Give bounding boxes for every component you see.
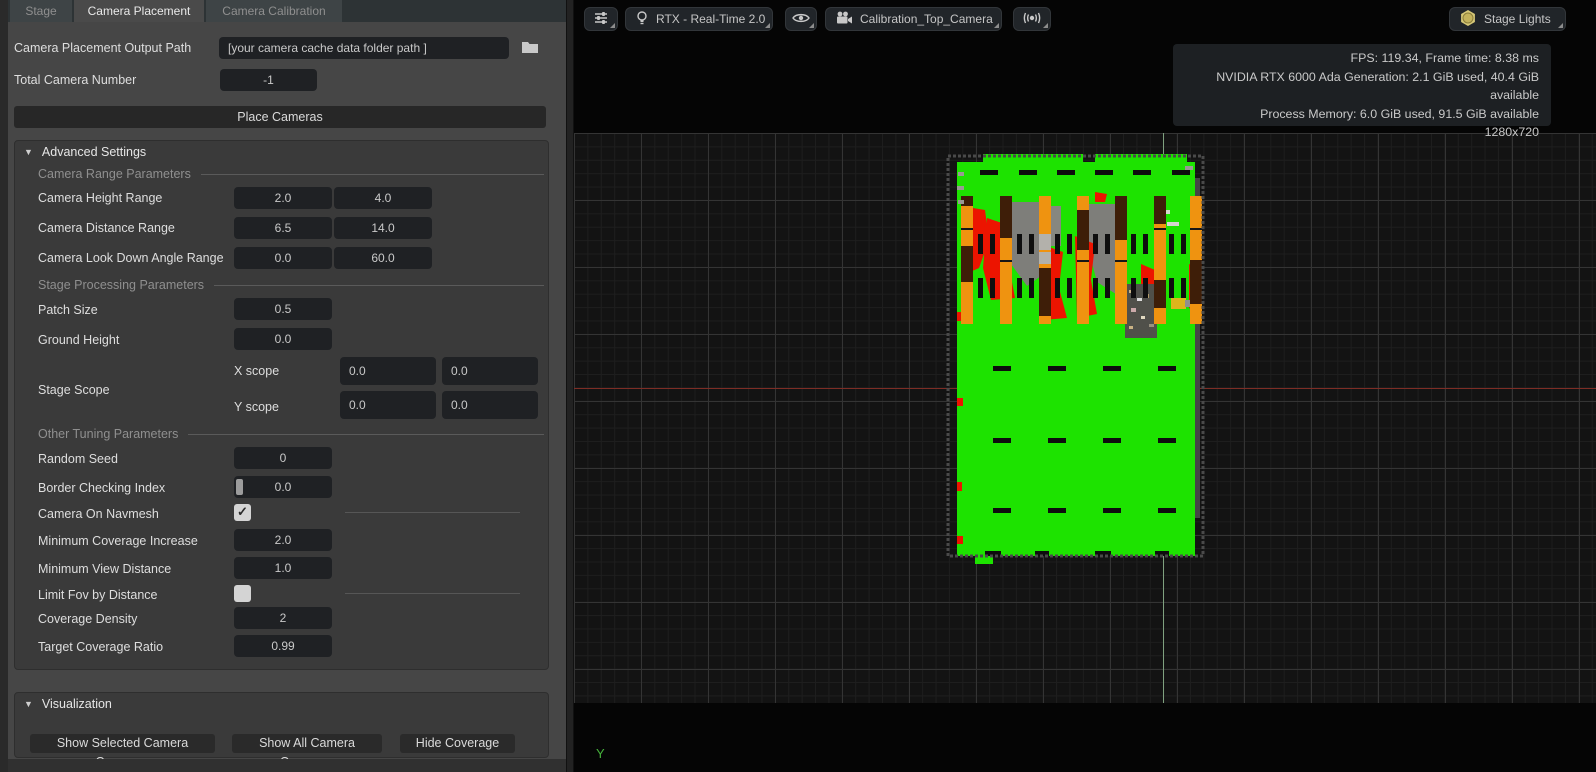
- border-checking-index-field[interactable]: 0.0: [234, 476, 332, 498]
- border-checking-index-label: Border Checking Index: [38, 481, 165, 495]
- panel-left-edge: [0, 0, 8, 772]
- coverage-map: [945, 148, 1207, 566]
- application-window: Stage Camera Placement Camera Calibratio…: [0, 0, 1596, 772]
- limit-fov-by-distance-checkbox[interactable]: [234, 585, 251, 602]
- camera-placement-panel: Stage Camera Placement Camera Calibratio…: [0, 0, 566, 772]
- stage-lights-icon: [1459, 9, 1477, 30]
- ground-height-field[interactable]: 0.0: [234, 328, 332, 350]
- folder-icon[interactable]: [521, 40, 539, 59]
- section-camera-range: Camera Range Parameters: [38, 167, 544, 181]
- renderer-button[interactable]: RTX - Real-Time 2.0: [625, 7, 773, 31]
- section-other-tuning-label: Other Tuning Parameters: [38, 427, 178, 441]
- render-stats-overlay: FPS: 119.34, Frame time: 8.38 ms NVIDIA …: [1173, 44, 1551, 126]
- camera-distance-range-max-field[interactable]: 14.0: [334, 217, 432, 239]
- show-all-coverage-button[interactable]: Show All Camera Coverage: [232, 734, 382, 753]
- camera-height-range-label: Camera Height Range: [38, 191, 162, 205]
- camera-on-navmesh-checkbox[interactable]: ✓: [234, 504, 251, 521]
- stats-process-memory: Process Memory: 6.0 GiB used, 91.5 GiB a…: [1185, 105, 1539, 124]
- minimum-coverage-increase-label: Minimum Coverage Increase: [38, 534, 198, 548]
- coverage-density-field[interactable]: 2: [234, 607, 332, 629]
- random-seed-field[interactable]: 0: [234, 447, 332, 469]
- hide-coverage-button[interactable]: Hide Coverage: [400, 734, 515, 753]
- panel-splitter[interactable]: [566, 0, 574, 772]
- visualization-header[interactable]: ▼ Visualization: [24, 697, 112, 711]
- output-path-label: Camera Placement Output Path: [14, 41, 191, 55]
- section-divider: [201, 174, 544, 175]
- y-scope-max-field[interactable]: 0.0: [442, 391, 538, 419]
- camera-look-down-min-field[interactable]: 0.0: [234, 247, 332, 269]
- active-camera-label: Calibration_Top_Camera: [860, 12, 993, 26]
- total-camera-field[interactable]: -1: [220, 69, 317, 91]
- tab-stage[interactable]: Stage: [10, 0, 72, 22]
- x-scope-max-field[interactable]: 0.0: [442, 357, 538, 385]
- x-scope-min-field[interactable]: 0.0: [340, 357, 436, 385]
- x-scope-label: X scope: [234, 364, 279, 378]
- stage-lights-label: Stage Lights: [1484, 12, 1551, 26]
- target-coverage-ratio-field[interactable]: 0.99: [234, 635, 332, 657]
- renderer-label: RTX - Real-Time 2.0: [656, 12, 765, 26]
- section-stage-processing: Stage Processing Parameters: [38, 278, 544, 292]
- y-scope-min-field[interactable]: 0.0: [340, 391, 436, 419]
- section-stage-processing-label: Stage Processing Parameters: [38, 278, 204, 292]
- camera-distance-range-label: Camera Distance Range: [38, 221, 175, 235]
- section-other-tuning: Other Tuning Parameters: [38, 427, 544, 441]
- axis-gizmo-y-label: Y: [596, 746, 605, 761]
- patch-size-field[interactable]: 0.5: [234, 298, 332, 320]
- eye-icon: [792, 12, 810, 27]
- live-sync-icon: [1022, 11, 1042, 28]
- visualization-title: Visualization: [42, 697, 112, 711]
- minimum-view-distance-label: Minimum View Distance: [38, 562, 171, 576]
- advanced-settings-header[interactable]: ▼ Advanced Settings: [24, 145, 146, 159]
- panel-bottom-strip: [0, 759, 566, 772]
- random-seed-label: Random Seed: [38, 452, 118, 466]
- stats-resolution: 1280x720: [1185, 123, 1539, 142]
- panel-tabbar: Stage Camera Placement Camera Calibratio…: [0, 0, 566, 22]
- check-icon: ✓: [237, 504, 248, 519]
- limit-fov-by-distance-label: Limit Fov by Distance: [38, 588, 157, 602]
- total-camera-label: Total Camera Number: [14, 73, 136, 87]
- show-selected-coverage-button[interactable]: Show Selected Camera Coverage: [30, 734, 215, 753]
- target-coverage-ratio-label: Target Coverage Ratio: [38, 640, 163, 654]
- ground-height-label: Ground Height: [38, 333, 119, 347]
- tab-camera-placement[interactable]: Camera Placement: [74, 0, 204, 22]
- place-cameras-button[interactable]: Place Cameras: [14, 106, 546, 128]
- camera-height-range-max-field[interactable]: 4.0: [334, 187, 432, 209]
- section-divider: [214, 285, 544, 286]
- visibility-button[interactable]: [785, 7, 817, 31]
- camera-height-range-min-field[interactable]: 2.0: [234, 187, 332, 209]
- viewport-canvas[interactable]: RTX - Real-Time 2.0 Calibration_Top_Came…: [574, 0, 1596, 772]
- output-path-field[interactable]: [your camera cache data folder path ]: [219, 37, 509, 59]
- section-divider: [188, 434, 544, 435]
- minimum-view-distance-field[interactable]: 1.0: [234, 557, 332, 579]
- camera-on-navmesh-label: Camera On Navmesh: [38, 507, 159, 521]
- minimum-coverage-increase-field[interactable]: 2.0: [234, 529, 332, 551]
- stats-fps: FPS: 119.34, Frame time: 8.38 ms: [1185, 49, 1539, 68]
- camera-icon: [835, 11, 853, 28]
- camera-look-down-max-field[interactable]: 60.0: [334, 247, 432, 269]
- collapse-arrow-icon: ▼: [24, 147, 33, 157]
- tab-camera-calibration[interactable]: Camera Calibration: [206, 0, 342, 22]
- viewport-settings-button[interactable]: [584, 7, 618, 31]
- stats-gpu-memory: NVIDIA RTX 6000 Ada Generation: 2.1 GiB …: [1185, 68, 1539, 105]
- row-divider: [345, 593, 520, 594]
- slider-handle[interactable]: [236, 479, 243, 495]
- active-camera-button[interactable]: Calibration_Top_Camera: [825, 7, 1002, 31]
- y-scope-label: Y scope: [234, 400, 279, 414]
- camera-look-down-label: Camera Look Down Angle Range: [38, 251, 224, 265]
- section-camera-range-label: Camera Range Parameters: [38, 167, 191, 181]
- coverage-density-label: Coverage Density: [38, 612, 137, 626]
- lightbulb-icon: [635, 10, 649, 29]
- live-sync-button[interactable]: [1013, 7, 1051, 31]
- collapse-arrow-icon: ▼: [24, 699, 33, 709]
- sliders-icon: [593, 10, 609, 29]
- row-divider: [345, 512, 520, 513]
- stage-lights-button[interactable]: Stage Lights: [1449, 7, 1566, 31]
- patch-size-label: Patch Size: [38, 303, 98, 317]
- stage-scope-label: Stage Scope: [38, 383, 110, 397]
- advanced-settings-title: Advanced Settings: [42, 145, 146, 159]
- camera-distance-range-min-field[interactable]: 6.5: [234, 217, 332, 239]
